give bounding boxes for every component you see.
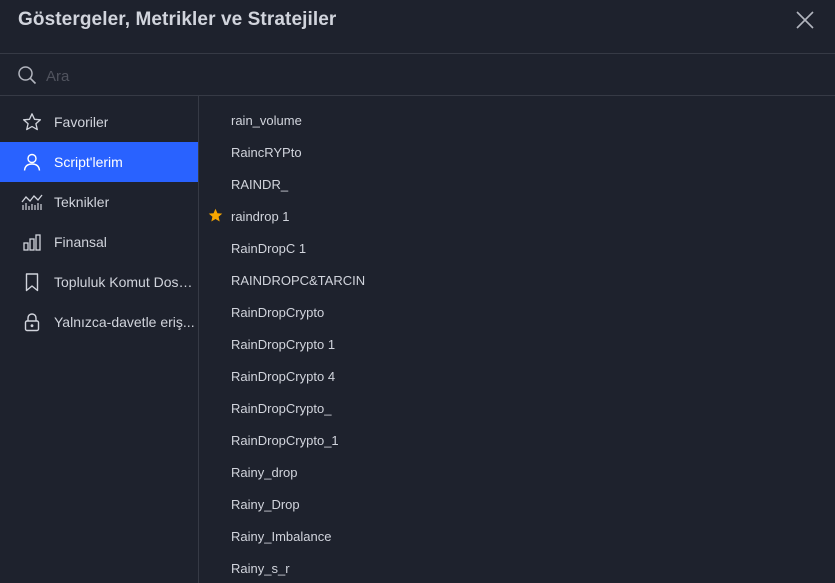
script-name: Rainy_s_r — [231, 560, 290, 576]
sidebar-item-favorites[interactable]: Favoriler — [0, 102, 198, 142]
script-name: RaincRYPto — [231, 144, 302, 160]
script-item[interactable]: RAINDR_ — [199, 168, 835, 200]
script-name: RainDropCrypto_1 — [231, 432, 339, 448]
script-name: RAINDR_ — [231, 176, 289, 192]
script-name: raindrop 1 — [231, 208, 290, 224]
script-item[interactable]: Rainy_Drop — [199, 488, 835, 520]
sidebar-item-label: Topluluk Komut Dosy... — [54, 274, 196, 290]
script-item[interactable]: rain_volume — [199, 104, 835, 136]
category-sidebar: Favoriler Script'lerim Teknikler Finansa… — [0, 102, 198, 583]
star-icon — [21, 111, 43, 133]
script-item[interactable]: raindrop 1 — [199, 200, 835, 232]
chart-line-icon — [21, 191, 43, 213]
script-item[interactable]: Rainy_drop — [199, 456, 835, 488]
script-name: RainDropCrypto — [231, 304, 325, 320]
script-name: RainDropC 1 — [231, 240, 307, 256]
script-item[interactable]: RaincRYPto — [199, 136, 835, 168]
script-name: RainDropCrypto 4 — [231, 368, 336, 384]
script-name: Rainy_drop — [231, 464, 298, 480]
sidebar-item-label: Favoriler — [54, 114, 109, 130]
sidebar-item-community-scripts[interactable]: Topluluk Komut Dosy... — [0, 262, 198, 302]
sidebar-item-label: Yalnızca-davetle eriş... — [54, 314, 195, 330]
script-item[interactable]: Rainy_Imbalance — [199, 520, 835, 552]
dialog-header: Göstergeler, Metrikler ve Stratejiler — [0, 0, 835, 54]
sidebar-item-label: Teknikler — [54, 194, 110, 210]
script-name: Rainy_Drop — [231, 496, 300, 512]
dialog-title: Göstergeler, Metrikler ve Stratejiler — [18, 9, 337, 30]
script-item[interactable]: RainDropCrypto — [199, 296, 835, 328]
search-icon — [17, 65, 37, 85]
close-button[interactable] — [795, 10, 815, 30]
user-icon — [21, 151, 43, 173]
script-item[interactable]: RainDropCrypto 4 — [199, 360, 835, 392]
script-name: Rainy_Imbalance — [231, 528, 332, 544]
favorite-star-icon[interactable] — [208, 208, 223, 223]
indicators-dialog: Göstergeler, Metrikler ve Stratejiler Ar… — [0, 0, 835, 583]
lock-icon — [21, 311, 43, 333]
sidebar-item-label: Finansal — [54, 234, 107, 250]
dialog-body: Favoriler Script'lerim Teknikler Finansa… — [0, 96, 835, 583]
sidebar-item-label: Script'lerim — [54, 154, 123, 170]
search-bar — [0, 54, 835, 96]
scripts-list: rain_volume RaincRYPto RAINDR_ raindrop … — [199, 104, 835, 583]
bookmark-icon — [21, 271, 43, 293]
close-icon — [796, 11, 814, 29]
script-name: RainDropCrypto 1 — [231, 336, 336, 352]
sidebar-item-invite-only[interactable]: Yalnızca-davetle eriş... — [0, 302, 198, 342]
script-item[interactable]: RainDropCrypto_ — [199, 392, 835, 424]
script-name: RAINDROPC&TARCIN — [231, 272, 366, 288]
script-item[interactable]: RainDropCrypto_1 — [199, 424, 835, 456]
search-input[interactable] — [44, 62, 808, 90]
sidebar-item-technicals[interactable]: Teknikler — [0, 182, 198, 222]
script-name: RainDropCrypto_ — [231, 400, 332, 416]
script-item[interactable]: Rainy_s_r — [199, 552, 835, 583]
script-item[interactable]: RainDropCrypto 1 — [199, 328, 835, 360]
script-item[interactable]: RAINDROPC&TARCIN — [199, 264, 835, 296]
sidebar-item-my-scripts[interactable]: Script'lerim — [0, 142, 198, 182]
script-item[interactable]: RainDropC 1 — [199, 232, 835, 264]
sidebar-item-financials[interactable]: Finansal — [0, 222, 198, 262]
script-name: rain_volume — [231, 112, 302, 128]
bar-chart-icon — [21, 231, 43, 253]
